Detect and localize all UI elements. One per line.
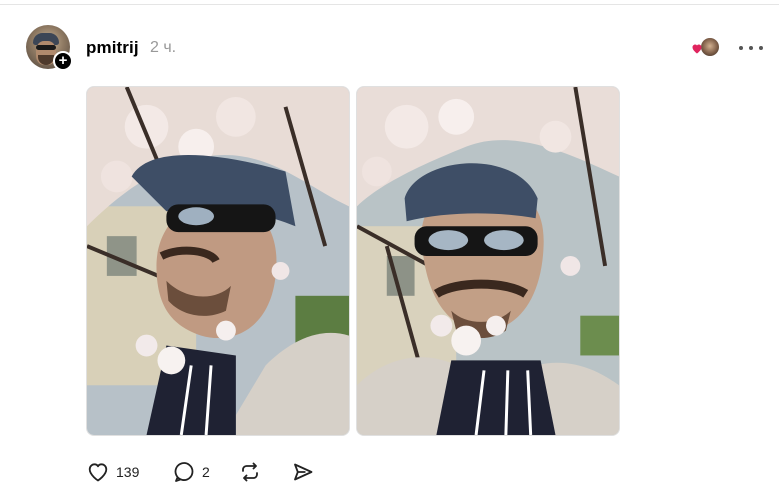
repost-arrows-icon (242, 462, 258, 482)
more-dots-icon (739, 46, 743, 50)
post-photo-2[interactable] (356, 86, 620, 436)
more-options-button[interactable] (739, 40, 763, 56)
follow-plus-icon[interactable]: + (53, 51, 73, 71)
timestamp[interactable]: 2 ч. (150, 39, 176, 57)
heart-outline-icon (88, 463, 108, 482)
photo-2-image (357, 87, 619, 435)
like-button[interactable]: 139 (86, 460, 139, 484)
share-button[interactable] (291, 460, 315, 484)
repost-button[interactable] (238, 460, 262, 484)
red-heart-icon (692, 44, 702, 54)
speech-bubble-icon (174, 462, 194, 482)
liked-by-indicator[interactable] (691, 38, 719, 58)
like-count: 139 (116, 464, 140, 480)
post-photo-1[interactable] (86, 86, 350, 436)
photo-1-image (87, 87, 349, 435)
send-arrow-icon (294, 463, 313, 481)
liker-avatar (701, 38, 719, 56)
reply-button[interactable]: 2 (172, 460, 210, 484)
author-avatar[interactable]: + (26, 25, 73, 71)
username[interactable]: pmitrij (86, 38, 139, 58)
reply-count: 2 (202, 464, 210, 480)
top-divider (0, 4, 779, 5)
